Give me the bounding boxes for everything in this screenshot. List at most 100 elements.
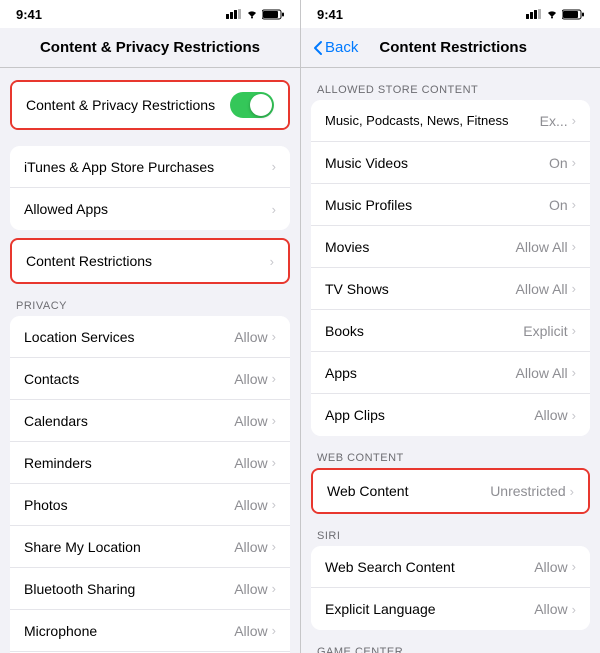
music-podcasts-value: Ex...	[540, 113, 568, 129]
microphone-row[interactable]: Microphone Allow ›	[10, 610, 290, 652]
share-location-row[interactable]: Share My Location Allow ›	[10, 526, 290, 568]
privacy-section-header: PRIVACY	[0, 300, 300, 316]
music-videos-chevron: ›	[572, 155, 576, 170]
web-content-label: Web Content	[327, 483, 490, 499]
tvshows-row[interactable]: TV Shows Allow All ›	[311, 268, 590, 310]
battery-icon-right	[562, 9, 584, 20]
web-content-row[interactable]: Web Content Unrestricted ›	[313, 470, 588, 512]
calendars-chevron: ›	[272, 413, 276, 428]
movies-row[interactable]: Movies Allow All ›	[311, 226, 590, 268]
location-label: Location Services	[24, 329, 234, 345]
back-chevron-icon	[313, 40, 323, 56]
app-clips-row[interactable]: App Clips Allow ›	[311, 394, 590, 436]
web-search-row[interactable]: Web Search Content Allow ›	[311, 546, 590, 588]
music-videos-label: Music Videos	[325, 155, 549, 171]
signal-icon	[226, 9, 242, 19]
tvshows-label: TV Shows	[325, 281, 516, 297]
music-profiles-chevron: ›	[572, 197, 576, 212]
books-chevron: ›	[572, 323, 576, 338]
explicit-language-row[interactable]: Explicit Language Allow ›	[311, 588, 590, 630]
content-restrictions-highlight: Content Restrictions ›	[10, 238, 290, 284]
contacts-value: Allow	[234, 371, 267, 387]
bluetooth-value: Allow	[234, 581, 267, 597]
status-bar-left: 9:41	[0, 0, 300, 28]
battery-icon	[262, 9, 284, 20]
reminders-chevron: ›	[272, 455, 276, 470]
music-profiles-label: Music Profiles	[325, 197, 549, 213]
location-row[interactable]: Location Services Allow ›	[10, 316, 290, 358]
itunes-row[interactable]: iTunes & App Store Purchases ›	[10, 146, 290, 188]
music-podcasts-label: Music, Podcasts, News, Fitness	[325, 113, 540, 128]
app-clips-label: App Clips	[325, 407, 534, 423]
content-restrictions-row[interactable]: Content Restrictions ›	[12, 240, 288, 282]
apps-label: Apps	[325, 365, 516, 381]
reminders-label: Reminders	[24, 455, 234, 471]
tvshows-chevron: ›	[572, 281, 576, 296]
movies-value: Allow All	[516, 239, 568, 255]
music-videos-row[interactable]: Music Videos On ›	[311, 142, 590, 184]
content-restrictions-label: Content Restrictions	[26, 253, 270, 269]
explicit-language-chevron: ›	[572, 602, 576, 617]
calendars-row[interactable]: Calendars Allow ›	[10, 400, 290, 442]
reminders-row[interactable]: Reminders Allow ›	[10, 442, 290, 484]
books-label: Books	[325, 323, 523, 339]
back-button-right[interactable]: Back	[313, 39, 358, 56]
photos-row[interactable]: Photos Allow ›	[10, 484, 290, 526]
explicit-language-label: Explicit Language	[325, 601, 534, 617]
music-profiles-row[interactable]: Music Profiles On ›	[311, 184, 590, 226]
web-content-chevron: ›	[570, 484, 574, 499]
nav-bar-right: Back Content Restrictions	[301, 28, 600, 68]
toggle-card: Content & Privacy Restrictions	[12, 82, 288, 128]
web-search-chevron: ›	[572, 559, 576, 574]
web-content-section: WEB CONTENT Web Content Unrestricted ›	[301, 452, 600, 514]
microphone-label: Microphone	[24, 623, 234, 639]
privacy-card: Location Services Allow › Contacts Allow…	[10, 316, 290, 653]
allowed-store-section: ALLOWED STORE CONTENT Music, Podcasts, N…	[301, 84, 600, 436]
bluetooth-row[interactable]: Bluetooth Sharing Allow ›	[10, 568, 290, 610]
apps-value: Allow All	[516, 365, 568, 381]
allowed-apps-row[interactable]: Allowed Apps ›	[10, 188, 290, 230]
siri-card: Web Search Content Allow › Explicit Lang…	[311, 546, 590, 630]
movies-label: Movies	[325, 239, 516, 255]
explicit-language-value: Allow	[534, 601, 567, 617]
calendars-label: Calendars	[24, 413, 234, 429]
apps-row[interactable]: Apps Allow All ›	[311, 352, 590, 394]
time-left: 9:41	[16, 7, 42, 22]
allowed-apps-chevron: ›	[272, 202, 276, 217]
store-card: Music, Podcasts, News, Fitness Ex... › M…	[311, 100, 590, 436]
wifi-icon	[246, 9, 258, 19]
left-scroll[interactable]: Content & Privacy Restrictions iTunes & …	[0, 68, 300, 653]
photos-label: Photos	[24, 497, 234, 513]
music-videos-value: On	[549, 155, 568, 171]
content-restrictions-chevron: ›	[270, 254, 274, 269]
right-scroll[interactable]: ALLOWED STORE CONTENT Music, Podcasts, N…	[301, 68, 600, 653]
app-clips-chevron: ›	[572, 408, 576, 423]
content-privacy-toggle[interactable]	[230, 92, 274, 118]
microphone-chevron: ›	[272, 623, 276, 638]
itunes-card: iTunes & App Store Purchases › Allowed A…	[10, 146, 290, 230]
toggle-thumb	[250, 94, 272, 116]
app-clips-value: Allow	[534, 407, 567, 423]
music-podcasts-row[interactable]: Music, Podcasts, News, Fitness Ex... ›	[311, 100, 590, 142]
share-location-label: Share My Location	[24, 539, 234, 555]
web-content-value: Unrestricted	[490, 483, 565, 499]
status-bar-right: 9:41	[301, 0, 600, 28]
nav-bar-left: Content & Privacy Restrictions	[0, 28, 300, 68]
contacts-row[interactable]: Contacts Allow ›	[10, 358, 290, 400]
books-value: Explicit	[523, 323, 567, 339]
status-icons-left	[226, 9, 284, 20]
allowed-apps-label: Allowed Apps	[24, 201, 272, 217]
wifi-icon-right	[546, 9, 558, 19]
reminders-value: Allow	[234, 455, 267, 471]
location-chevron: ›	[272, 329, 276, 344]
siri-section: SIRI Web Search Content Allow › Explicit…	[301, 530, 600, 630]
itunes-chevron: ›	[272, 159, 276, 174]
contacts-chevron: ›	[272, 371, 276, 386]
siri-header: SIRI	[301, 530, 600, 546]
location-value: Allow	[234, 329, 267, 345]
books-row[interactable]: Books Explicit ›	[311, 310, 590, 352]
privacy-section: PRIVACY Location Services Allow › Contac…	[0, 300, 300, 653]
toggle-row[interactable]: Content & Privacy Restrictions	[12, 82, 288, 128]
web-search-value: Allow	[534, 559, 567, 575]
web-content-header: WEB CONTENT	[301, 452, 600, 468]
